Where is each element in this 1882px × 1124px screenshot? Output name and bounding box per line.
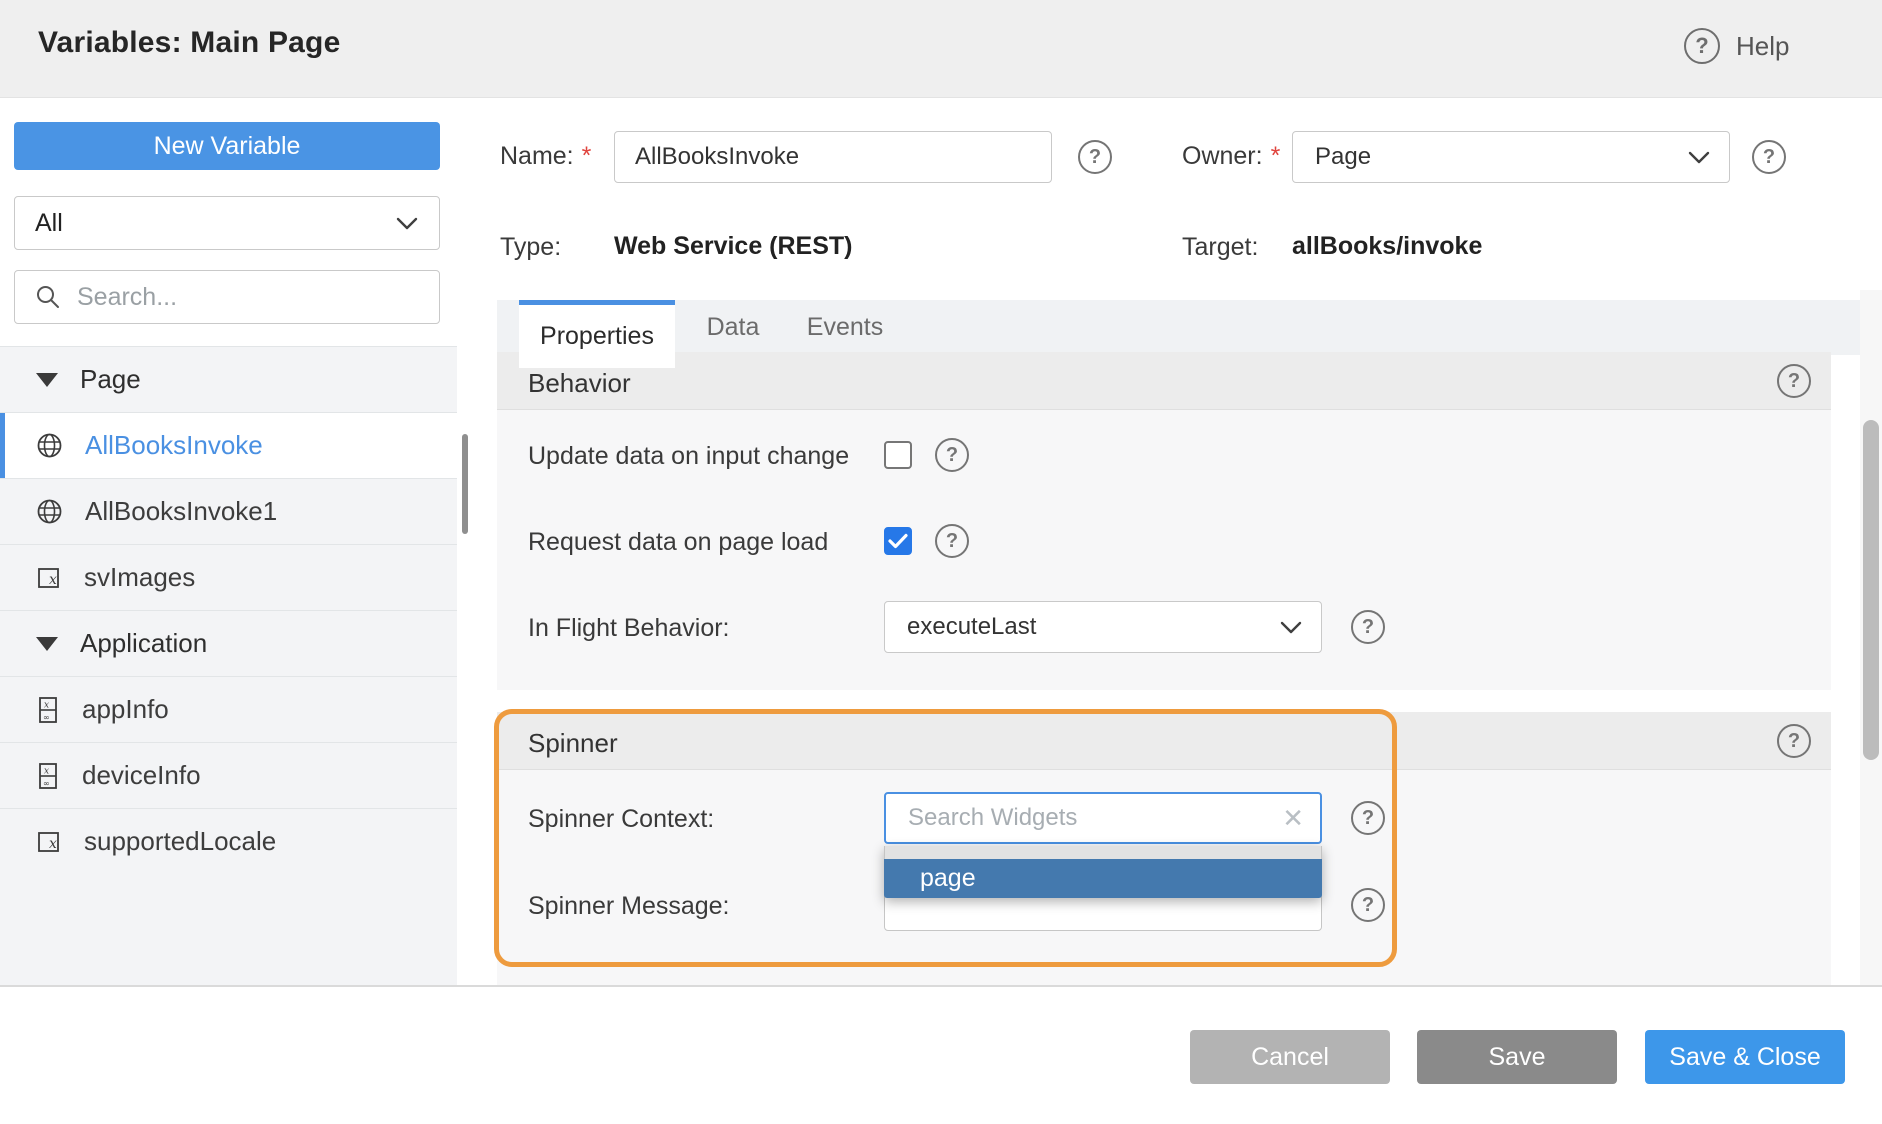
chevron-down-icon <box>1279 620 1303 635</box>
web-service-globe-icon <box>36 498 63 525</box>
svg-text:x: x <box>49 572 57 588</box>
save-button[interactable]: Save <box>1417 1030 1617 1084</box>
svg-text:∞: ∞ <box>43 713 50 722</box>
cancel-button[interactable]: Cancel <box>1190 1030 1390 1084</box>
tree-item-supportedlocale[interactable]: x supportedLocale <box>0 809 457 875</box>
request-data-checkbox[interactable] <box>884 527 912 555</box>
name-label: Name:* <box>500 142 591 171</box>
web-service-globe-icon <box>36 432 63 459</box>
selected-indicator <box>0 413 5 478</box>
variable-search-box[interactable] <box>14 270 440 324</box>
widget-dropdown: page <box>884 846 1322 898</box>
variable-filter-value: All <box>35 209 63 238</box>
sidebar-scrollbar[interactable] <box>462 434 468 534</box>
tab-events[interactable]: Events <box>795 300 895 355</box>
required-asterisk: * <box>582 142 592 170</box>
variable-filter-select[interactable]: All <box>14 196 440 250</box>
dropdown-top-strip <box>884 846 1322 859</box>
tree-item-svimages[interactable]: x svImages <box>0 545 457 611</box>
tab-data[interactable]: Data <box>691 300 775 355</box>
spinner-context-input[interactable]: Search Widgets ✕ <box>884 792 1322 844</box>
variable-search-input[interactable] <box>77 283 419 312</box>
required-asterisk: * <box>1271 142 1281 170</box>
behavior-section-title: Behavior <box>528 368 631 399</box>
spinner-context-placeholder: Search Widgets <box>908 804 1077 832</box>
update-data-checkbox[interactable] <box>884 441 912 469</box>
variable-tree: Page AllBooksInvoke AllBooksInvoke1 <box>0 346 457 875</box>
model-variable-icon: x ∞ <box>36 696 60 724</box>
behavior-section-help-icon[interactable]: ? <box>1777 364 1811 398</box>
main-scrollbar[interactable] <box>1863 420 1879 760</box>
in-flight-label: In Flight Behavior: <box>528 614 730 643</box>
search-icon <box>35 284 61 310</box>
target-label: Target: <box>1182 233 1258 262</box>
spinner-section-help-icon[interactable]: ? <box>1777 724 1811 758</box>
in-flight-help-icon[interactable]: ? <box>1351 610 1385 644</box>
in-flight-value: executeLast <box>907 613 1036 641</box>
tree-item-allbooksinvoke1[interactable]: AllBooksInvoke1 <box>0 479 457 545</box>
checkmark-icon <box>888 533 908 549</box>
svg-text:x: x <box>44 766 49 776</box>
target-value: allBooks/invoke <box>1292 232 1482 261</box>
sidebar-empty-area <box>0 874 457 985</box>
help-label: Help <box>1736 31 1789 62</box>
behavior-section-header: Behavior ? <box>497 352 1831 410</box>
help-link[interactable]: ? Help <box>1684 28 1789 64</box>
model-variable-icon: x ∞ <box>36 762 60 790</box>
dropdown-option-page[interactable]: page <box>884 859 1322 898</box>
in-flight-select[interactable]: executeLast <box>884 601 1322 653</box>
tree-item-appinfo[interactable]: x ∞ appInfo <box>0 677 457 743</box>
owner-label: Owner:* <box>1182 142 1280 171</box>
tree-item-allbooksinvoke[interactable]: AllBooksInvoke <box>0 413 457 479</box>
chevron-down-icon <box>1687 150 1711 165</box>
clear-icon[interactable]: ✕ <box>1282 803 1304 834</box>
svg-text:∞: ∞ <box>43 779 50 788</box>
help-question-icon[interactable]: ? <box>1684 28 1720 64</box>
update-data-label: Update data on input change <box>528 442 849 471</box>
update-data-help-icon[interactable]: ? <box>935 438 969 472</box>
collapse-triangle-icon[interactable] <box>36 637 58 651</box>
tree-group-application[interactable]: Application <box>0 611 457 677</box>
owner-help-icon[interactable]: ? <box>1752 140 1786 174</box>
spinner-section-title: Spinner <box>528 728 618 759</box>
type-label: Type: <box>500 233 561 262</box>
name-help-icon[interactable]: ? <box>1078 140 1112 174</box>
chevron-down-icon <box>395 216 419 231</box>
collapse-triangle-icon[interactable] <box>36 373 58 387</box>
tab-properties[interactable]: Properties <box>519 300 675 368</box>
svg-text:x: x <box>44 700 49 710</box>
tree-group-page[interactable]: Page <box>0 347 457 413</box>
owner-select[interactable]: Page <box>1292 131 1730 183</box>
spinner-message-help-icon[interactable]: ? <box>1351 888 1385 922</box>
spinner-context-help-icon[interactable]: ? <box>1351 801 1385 835</box>
request-data-label: Request data on page load <box>528 528 828 557</box>
spinner-section-header: Spinner ? <box>497 712 1831 770</box>
tree-item-deviceinfo[interactable]: x ∞ deviceInfo <box>0 743 457 809</box>
variables-sidebar: New Variable All Page AllBooksInvoke <box>0 98 457 985</box>
spinner-message-label: Spinner Message: <box>528 892 730 921</box>
footer-divider <box>0 985 1882 987</box>
owner-value: Page <box>1315 143 1371 171</box>
new-variable-button[interactable]: New Variable <box>14 122 440 170</box>
save-close-button[interactable]: Save & Close <box>1645 1030 1845 1084</box>
type-value: Web Service (REST) <box>614 232 853 261</box>
request-data-help-icon[interactable]: ? <box>935 524 969 558</box>
page-title: Variables: Main Page <box>38 26 340 60</box>
svg-text:x: x <box>49 836 57 852</box>
static-variable-icon: x <box>36 565 62 591</box>
static-variable-icon: x <box>36 829 62 855</box>
name-input[interactable] <box>614 131 1052 183</box>
spinner-context-label: Spinner Context: <box>528 805 714 834</box>
